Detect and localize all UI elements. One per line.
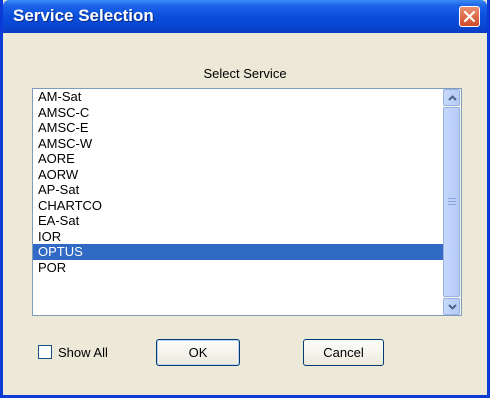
ok-button[interactable]: OK	[156, 339, 240, 366]
service-selection-dialog: Service Selection Select Service AM-Sat A…	[0, 0, 490, 398]
list-item[interactable]: AP-Sat	[33, 182, 443, 198]
thumb-grip	[448, 198, 456, 199]
show-all-label[interactable]: Show All	[58, 345, 108, 360]
vertical-scrollbar[interactable]	[443, 89, 461, 315]
thumb-grip	[448, 204, 456, 205]
list-item[interactable]: POR	[33, 260, 443, 276]
list-item[interactable]: AMSC-C	[33, 105, 443, 121]
list-item[interactable]: AMSC-E	[33, 120, 443, 136]
close-icon	[463, 10, 476, 23]
scrollbar-thumb[interactable]	[443, 107, 460, 297]
list-item[interactable]: EA-Sat	[33, 213, 443, 229]
list-item[interactable]: IOR	[33, 229, 443, 245]
service-list[interactable]: AM-Sat AMSC-C AMSC-E AMSC-W AORE AORW AP-Sat CH…	[33, 89, 443, 275]
service-listbox[interactable]: AM-Sat AMSC-C AMSC-E AMSC-W AORE AORW AP-Sat CH…	[32, 88, 462, 316]
list-item[interactable]: AMSC-W	[33, 136, 443, 152]
scroll-up-button[interactable]	[443, 89, 460, 106]
cancel-button[interactable]: Cancel	[303, 339, 384, 366]
close-button[interactable]	[459, 6, 480, 27]
thumb-grip	[448, 201, 456, 202]
title-bar[interactable]: Service Selection	[3, 0, 487, 33]
scroll-down-button[interactable]	[443, 298, 460, 315]
select-service-label: Select Service	[203, 66, 287, 81]
chevron-down-icon	[448, 304, 457, 310]
list-item[interactable]: AM-Sat	[33, 89, 443, 105]
list-item[interactable]: AORE	[33, 151, 443, 167]
chevron-up-icon	[448, 95, 457, 101]
list-item[interactable]: OPTUS	[33, 244, 443, 260]
list-item[interactable]: CHARTCO	[33, 198, 443, 214]
show-all-checkbox[interactable]	[38, 345, 52, 359]
list-item[interactable]: AORW	[33, 167, 443, 183]
window-title: Service Selection	[13, 6, 154, 25]
